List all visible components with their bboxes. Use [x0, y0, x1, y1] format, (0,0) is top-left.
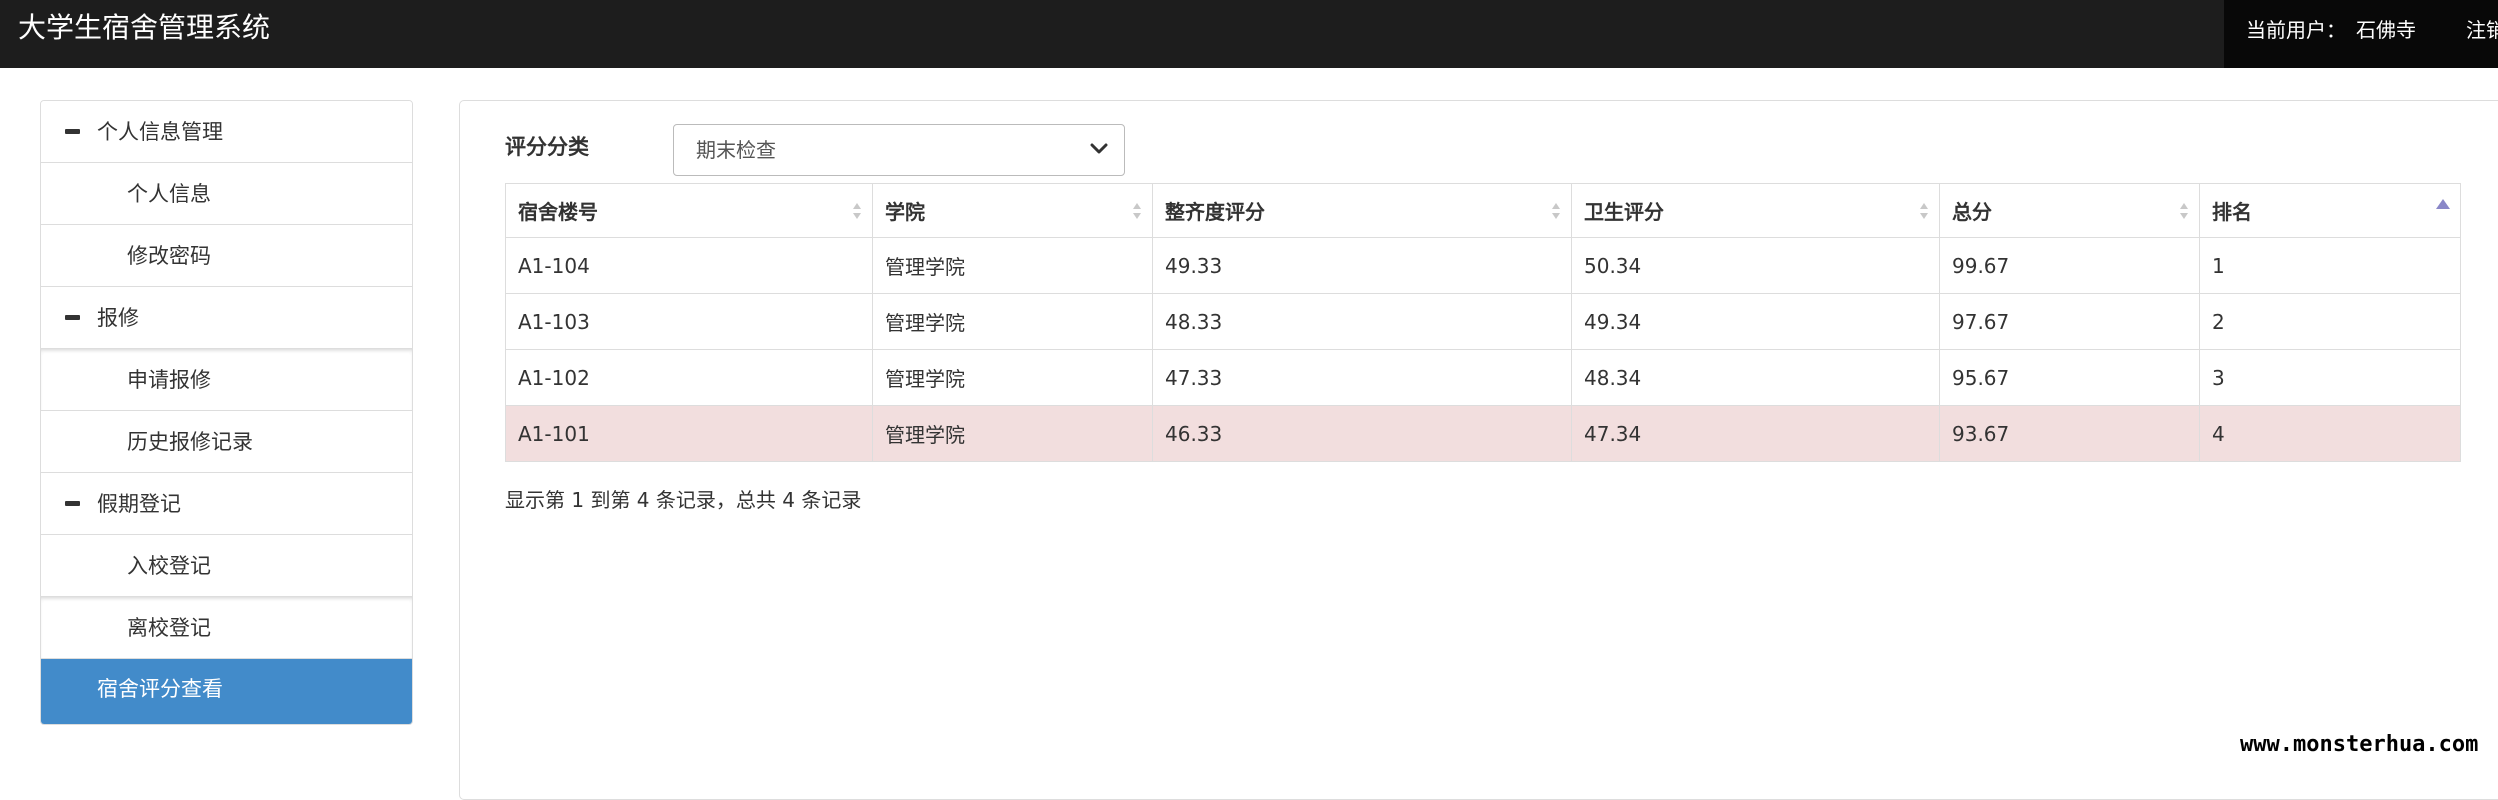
column-header-tidiness-score[interactable]: 整齐度评分	[1152, 183, 1572, 238]
logout-link[interactable]: 注销	[2466, 17, 2498, 43]
sidebar-item-repair-history[interactable]: 历史报修记录	[41, 411, 412, 473]
sidebar-item-label: 历史报修记录	[127, 430, 253, 454]
sidebar-group-holiday-registration[interactable]: 假期登记	[41, 473, 412, 535]
column-header-college[interactable]: 学院	[872, 183, 1153, 238]
table-row[interactable]: A1-103 管理学院 48.33 49.34 97.67 2	[505, 293, 2461, 350]
sort-icon	[1920, 203, 1928, 219]
sidebar-item-label: 入校登记	[127, 554, 211, 578]
cell-building: A1-102	[505, 349, 873, 406]
sidebar-item-change-password[interactable]: 修改密码	[41, 225, 412, 287]
sidebar-item-label: 报修	[97, 306, 139, 330]
cell-tidiness-score: 47.33	[1152, 349, 1572, 406]
table-row[interactable]: A1-102 管理学院 47.33 48.34 95.67 3	[505, 349, 2461, 406]
sidebar-item-label: 申请报修	[127, 368, 211, 392]
cell-building: A1-103	[505, 293, 873, 350]
cell-rank: 2	[2199, 293, 2461, 350]
cell-building: A1-101	[505, 405, 873, 462]
table-row[interactable]: A1-104 管理学院 49.33 50.34 99.67 1	[505, 237, 2461, 294]
sidebar-item-apply-repair[interactable]: 申请报修	[41, 349, 412, 411]
column-header-hygiene-score[interactable]: 卫生评分	[1571, 183, 1940, 238]
sidebar-item-dorm-score[interactable]: 宿舍评分查看	[41, 659, 412, 724]
sort-ascending-icon	[2436, 199, 2450, 209]
sidebar-item-label: 个人信息管理	[97, 120, 223, 144]
cell-hygiene-score: 47.34	[1571, 405, 1940, 462]
cell-college: 管理学院	[872, 293, 1153, 350]
user-area: 当前用户： 石佛寺 注销	[2224, 0, 2498, 68]
cell-tidiness-score: 46.33	[1152, 405, 1572, 462]
sort-icon	[2180, 203, 2188, 219]
app-title[interactable]: 大学生宿舍管理系统	[18, 11, 270, 45]
score-category-label: 评分分类	[505, 135, 589, 159]
sidebar-item-label: 离校登记	[127, 616, 211, 640]
sidebar-group-personal-info[interactable]: 个人信息管理	[41, 101, 412, 163]
sort-icon	[1133, 203, 1141, 219]
cell-total-score: 95.67	[1939, 349, 2200, 406]
sidebar-item-label: 修改密码	[127, 244, 211, 268]
sidebar-menu: 个人信息管理 个人信息 修改密码 报修 申请报修 历史报修记录 假期登记 入校登…	[40, 100, 413, 725]
sidebar-item-label: 个人信息	[127, 182, 211, 206]
minus-icon	[65, 501, 80, 506]
cell-rank: 3	[2199, 349, 2461, 406]
pagination-info: 显示第 1 到第 4 条记录，总共 4 条记录	[505, 488, 862, 512]
sidebar-item-personal-info[interactable]: 个人信息	[41, 163, 412, 225]
score-category-selected-value: 期末检查	[696, 138, 776, 162]
score-category-select[interactable]: 期末检查	[673, 124, 1125, 176]
cell-total-score: 99.67	[1939, 237, 2200, 294]
cell-total-score: 97.67	[1939, 293, 2200, 350]
cell-building: A1-104	[505, 237, 873, 294]
sidebar-item-return-registration[interactable]: 入校登记	[41, 535, 412, 597]
cell-college: 管理学院	[872, 349, 1153, 406]
watermark: www.monsterhua.com	[2240, 732, 2479, 757]
column-header-building[interactable]: 宿舍楼号	[505, 183, 873, 238]
sidebar-group-repair[interactable]: 报修	[41, 287, 412, 349]
cell-hygiene-score: 49.34	[1571, 293, 1940, 350]
cell-hygiene-score: 48.34	[1571, 349, 1940, 406]
cell-tidiness-score: 48.33	[1152, 293, 1572, 350]
cell-college: 管理学院	[872, 237, 1153, 294]
cell-hygiene-score: 50.34	[1571, 237, 1940, 294]
cell-tidiness-score: 49.33	[1152, 237, 1572, 294]
sort-icon	[853, 203, 861, 219]
table-header-row: 宿舍楼号 学院 整齐度评分 卫生评分 总分 排名	[505, 183, 2461, 238]
dorm-score-table: 宿舍楼号 学院 整齐度评分 卫生评分 总分 排名 A1-104 管理学院 49.…	[505, 183, 2461, 462]
column-header-rank[interactable]: 排名	[2199, 183, 2461, 238]
sidebar-item-leave-registration[interactable]: 离校登记	[41, 597, 412, 659]
chevron-down-icon	[1090, 143, 1108, 154]
cell-rank: 4	[2199, 405, 2461, 462]
current-user-label: 当前用户：	[2246, 18, 2346, 42]
cell-total-score: 93.67	[1939, 405, 2200, 462]
top-navbar: 大学生宿舍管理系统 当前用户： 石佛寺 注销	[0, 0, 2498, 68]
sort-icon	[1552, 203, 1560, 219]
column-header-total-score[interactable]: 总分	[1939, 183, 2200, 238]
sidebar-item-label: 假期登记	[97, 492, 181, 516]
cell-rank: 1	[2199, 237, 2461, 294]
current-user-name: 石佛寺	[2356, 18, 2416, 42]
table-row-highlighted[interactable]: A1-101 管理学院 46.33 47.34 93.67 4	[505, 405, 2461, 462]
sidebar-item-label: 宿舍评分查看	[97, 677, 223, 701]
minus-icon	[65, 315, 80, 320]
minus-icon	[65, 129, 80, 134]
cell-college: 管理学院	[872, 405, 1153, 462]
